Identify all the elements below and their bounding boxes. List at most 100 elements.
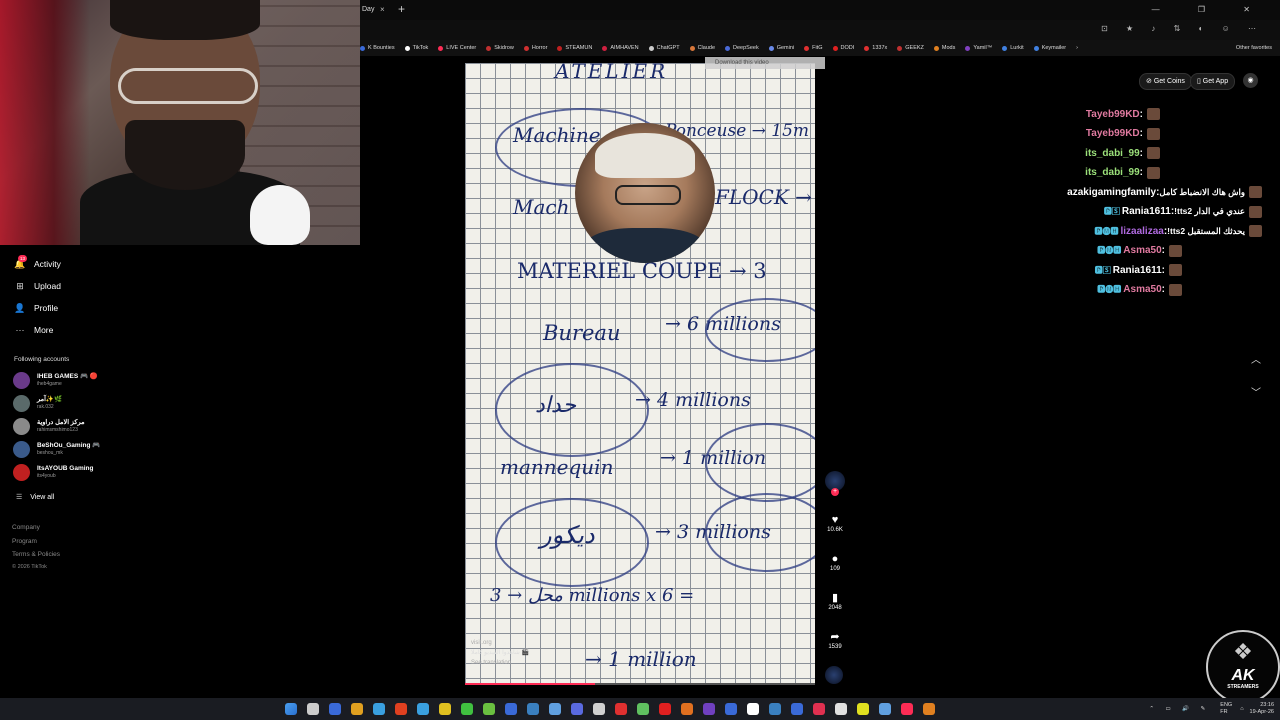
bookmark-item[interactable]: ChatGPT xyxy=(648,45,680,51)
next-video-icon[interactable]: ﹀ xyxy=(1251,384,1261,399)
get-coins-button[interactable]: ⊘ Get Coins xyxy=(1139,73,1192,90)
footer-link[interactable]: Company xyxy=(12,524,40,531)
taskbar-app-icon[interactable] xyxy=(351,703,363,715)
taskbar-app-icon[interactable] xyxy=(879,703,891,715)
comment-button[interactable]: ● 109 xyxy=(822,552,848,572)
following-account[interactable]: مركز الامل دراوية rahimsmshimo123 xyxy=(13,418,85,435)
taskbar-app-icon[interactable] xyxy=(285,703,297,715)
profile-avatar[interactable]: ◉ xyxy=(1243,73,1258,88)
caption-text: شاهدوا الفيديو كاملا 🎬 xyxy=(471,650,529,656)
bookmark-item[interactable]: DeepSeek xyxy=(725,45,759,51)
taskbar-app-icon[interactable] xyxy=(659,703,671,715)
save-button[interactable]: ▮ 2048 xyxy=(822,591,848,611)
taskbar-app-icon[interactable] xyxy=(307,703,319,715)
bookmark-item[interactable]: Lurkit xyxy=(1002,45,1024,51)
taskbar-app-icon[interactable] xyxy=(923,703,935,715)
taskbar-app-icon[interactable] xyxy=(637,703,649,715)
chat-message: Tayeb99KD : xyxy=(1086,106,1160,122)
taskbar-app-icon[interactable] xyxy=(483,703,495,715)
bookmark-item[interactable]: AIMHAVEN xyxy=(602,45,639,51)
language-indicator[interactable]: ENG FR xyxy=(1220,702,1232,716)
taskbar-app-icon[interactable] xyxy=(615,703,627,715)
taskbar-app-icon[interactable] xyxy=(703,703,715,715)
bookmark-item[interactable]: FitG xyxy=(804,45,823,51)
clock[interactable]: 23:16 19-Apr-26 xyxy=(1250,702,1274,716)
following-account[interactable]: BeShOu_Gaming 🎮 beshou_mk xyxy=(13,441,100,458)
bookmark-item[interactable]: TikTok xyxy=(404,45,428,51)
bookmark-item[interactable]: Yamil™ xyxy=(965,45,992,51)
bookmark-item[interactable]: GEEKZ xyxy=(897,45,924,51)
sidebar-item-upload[interactable]: ⊞ Upload xyxy=(14,280,61,292)
chat-username: its_dabi_99 xyxy=(1085,167,1140,178)
bookmark-item[interactable]: Keymailer xyxy=(1033,45,1067,51)
tray-icons[interactable]: ⌃ ▭ 🔊 ✎ xyxy=(1149,706,1210,712)
share-button[interactable]: ➦ 1539 xyxy=(822,630,848,650)
get-app-button[interactable]: ▯ Get App xyxy=(1190,73,1236,90)
see-translation[interactable]: See translation xyxy=(471,658,671,668)
bookmark-item[interactable]: Skidrow xyxy=(486,45,514,51)
taskbar-app-icon[interactable] xyxy=(527,703,539,715)
view-all-link[interactable]: ☰ View all xyxy=(16,493,54,502)
sidebar-item-profile[interactable]: 👤 Profile xyxy=(14,302,58,314)
other-favorites[interactable]: Other favorites xyxy=(1236,40,1272,56)
tab-close-icon[interactable]: × xyxy=(380,0,385,20)
bookmark-item[interactable]: Mods xyxy=(933,45,955,51)
bookmark-item[interactable]: Gemini xyxy=(768,45,794,51)
taskbar-app-icon[interactable] xyxy=(373,703,385,715)
taskbar-app-icon[interactable] xyxy=(571,703,583,715)
taskbar-app-icon[interactable] xyxy=(505,703,517,715)
streamer-hair xyxy=(110,0,260,40)
chat-username: Asma50 xyxy=(1123,284,1162,295)
account-handle: iheb4game xyxy=(37,381,62,387)
taskbar-app-icon[interactable] xyxy=(813,703,825,715)
taskbar-app-icon[interactable] xyxy=(791,703,803,715)
music-disc-icon[interactable] xyxy=(825,666,843,684)
taskbar-app-icon[interactable] xyxy=(549,703,561,715)
taskbar-app-icon[interactable] xyxy=(835,703,847,715)
footer-link[interactable]: Program xyxy=(12,538,37,545)
previous-video-icon[interactable]: ︿ xyxy=(1251,351,1261,366)
bookmark-item[interactable]: K Bounties xyxy=(360,45,395,51)
browser-tab[interactable]: Day xyxy=(360,0,394,20)
taskbar-app-icon[interactable] xyxy=(439,703,451,715)
taskbar-app-icon[interactable] xyxy=(329,703,341,715)
chat-avatar xyxy=(1147,147,1160,159)
following-account[interactable]: IHEB GAMES 🎮 🔴 iheb4game xyxy=(13,372,98,389)
bookmark-item[interactable]: Horror xyxy=(523,45,547,51)
taskbar-app-icon[interactable] xyxy=(747,703,759,715)
taskbar-app-icon[interactable] xyxy=(395,703,407,715)
caption-user[interactable]: visit.org xyxy=(471,638,671,648)
bookmark-item[interactable]: DODI xyxy=(832,45,854,51)
download-video-bar[interactable]: Download this video xyxy=(705,57,825,69)
toolbar-icons[interactable]: ⊡ ★ ♪ ⇅ ◐ ☺ ⋯ xyxy=(1101,24,1264,33)
bookmark-item[interactable]: Claude xyxy=(689,45,715,51)
network-icon[interactable]: ⌂ xyxy=(1240,706,1243,712)
taskbar-app-icon[interactable] xyxy=(725,703,737,715)
bookmark-favicon-icon xyxy=(486,45,492,51)
window-controls[interactable]: — ❐ ✕ xyxy=(1152,0,1268,20)
following-account[interactable]: ItsAYOUB Gaming its4youb xyxy=(13,464,93,481)
bookmark-item[interactable]: LIVE Center xyxy=(438,45,476,51)
taskbar-app-icon[interactable] xyxy=(901,703,913,715)
like-button[interactable]: ♥ 10.6K xyxy=(822,513,848,533)
bookmark-item[interactable]: STEAMUN xyxy=(557,45,592,51)
following-account[interactable]: آمر✨🌿 rak.032 xyxy=(13,395,62,412)
taskbar-app-icon[interactable] xyxy=(857,703,869,715)
chat-username: Rania1611 xyxy=(1112,264,1162,276)
account-handle: its4youb xyxy=(37,473,56,479)
avatar xyxy=(13,372,30,389)
footer-link[interactable]: Terms & Policies xyxy=(12,551,60,558)
taskbar-app-icon[interactable] xyxy=(769,703,781,715)
new-tab-button[interactable]: + xyxy=(398,0,405,19)
bookmark-item[interactable]: 1337x xyxy=(864,45,887,51)
taskbar-app-icon[interactable] xyxy=(461,703,473,715)
sidebar-item-more[interactable]: ··· More xyxy=(14,324,54,336)
creator-pip xyxy=(575,123,715,263)
taskbar-app-icon[interactable] xyxy=(681,703,693,715)
bookmark-label: FitG xyxy=(812,45,823,51)
taskbar-app-icon[interactable] xyxy=(417,703,429,715)
bookmarks-more-icon[interactable]: › xyxy=(1076,45,1078,51)
bookmark-label: Keymailer xyxy=(1041,45,1067,51)
follow-plus-icon[interactable]: + xyxy=(831,488,839,496)
taskbar-app-icon[interactable] xyxy=(593,703,605,715)
